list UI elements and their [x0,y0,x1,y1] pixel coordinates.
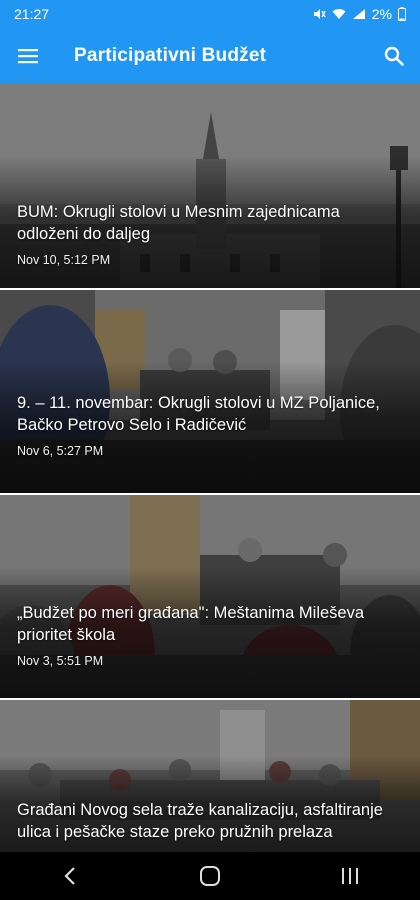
article-title: 9. – 11. novembar: Okrugli stolovi u MZ … [17,394,380,434]
article-card[interactable]: „Budžet po meri građana": Meštanima Mile… [0,495,420,698]
article-title: BUM: Okrugli stolovi u Mesnim zajednicam… [17,203,340,243]
back-button[interactable] [40,852,100,900]
app-title: Participativni Budžet [74,45,267,66]
article-title: „Budžet po meri građana": Meštanima Mile… [17,604,365,644]
article-date: Nov 6, 5:27 PM [17,444,104,458]
recents-icon [342,868,358,884]
article-card[interactable]: BUM: Okrugli stolovi u Mesnim zajednicam… [0,84,420,288]
article-text: „Budžet po meri građana": Meštanima Mile… [17,603,396,668]
wifi-icon [332,9,346,19]
article-text: 9. – 11. novembar: Okrugli stolovi u MZ … [17,393,396,458]
home-button[interactable] [180,852,240,900]
home-icon [200,866,220,886]
status-icons: 2% [312,6,406,22]
system-nav-bar [0,852,420,900]
article-title: Građani Novog sela traže kanalizaciju, a… [17,801,383,841]
app-bar: Participativni Budžet [0,28,420,84]
back-icon [64,867,75,885]
article-text: BUM: Okrugli stolovi u Mesnim zajednicam… [17,202,396,267]
status-bar: 21:27 2% [0,0,420,28]
battery-percent: 2% [371,6,392,22]
article-date: Nov 3, 5:51 PM [17,654,104,668]
search-icon [384,46,404,66]
recents-button[interactable] [320,852,380,900]
article-text: Građani Novog sela traže kanalizaciju, a… [17,800,396,843]
article-card[interactable]: Građani Novog sela traže kanalizaciju, a… [0,700,420,852]
article-card[interactable]: 9. – 11. novembar: Okrugli stolovi u MZ … [0,290,420,493]
mute-icon [313,9,326,19]
article-feed[interactable]: BUM: Okrugli stolovi u Mesnim zajednicam… [0,84,420,852]
battery-icon [398,7,406,21]
article-date: Nov 10, 5:12 PM [17,253,111,267]
hamburger-menu-icon [18,49,38,64]
status-time: 21:27 [14,6,50,22]
search-button[interactable] [368,28,420,84]
signal-icon [352,9,365,19]
menu-button[interactable] [0,28,56,84]
